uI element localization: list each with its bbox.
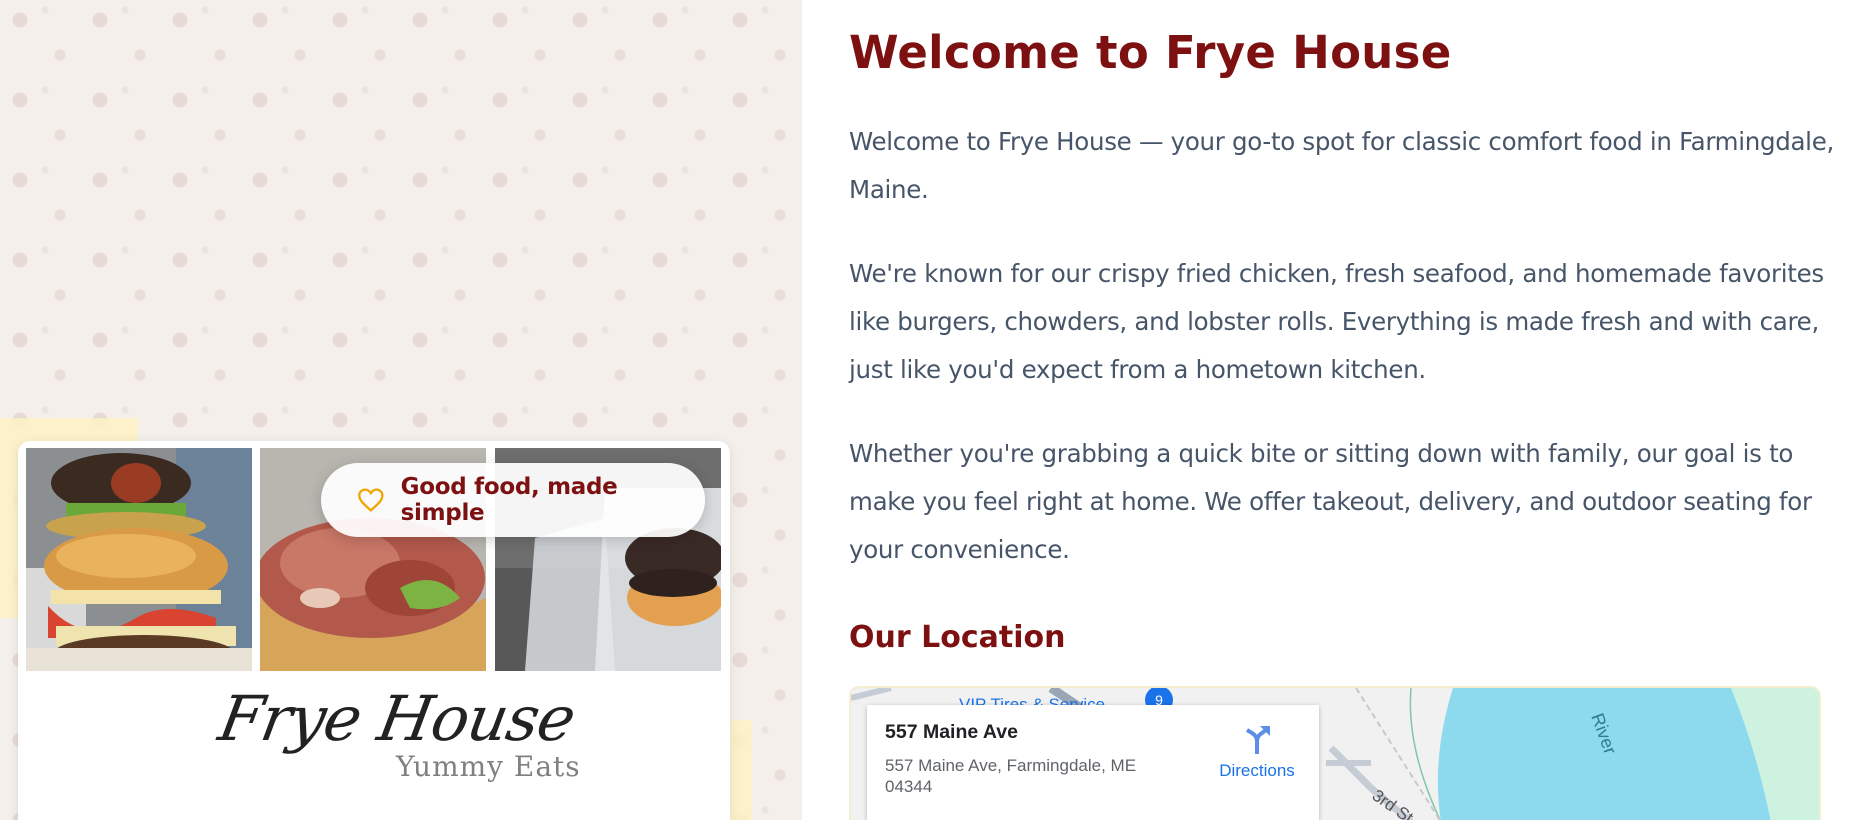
intro-paragraph: Welcome to Frye House — your go-to spot …	[849, 127, 1834, 204]
tagline-badge: Good food, made simple	[321, 463, 705, 537]
logo-subtitle: Yummy Eats	[396, 750, 581, 783]
logo-script-text: Frye House	[213, 682, 581, 755]
location-heading: Our Location	[849, 620, 1066, 655]
photo-burgers	[26, 448, 252, 671]
hero-panel: Frye House Yummy Eats Good food, made si…	[0, 0, 802, 820]
heart-icon	[358, 488, 384, 512]
about-section: Welcome to Frye House Welcome to Frye Ho…	[802, 0, 1855, 820]
brand-logo: Frye House Yummy Eats	[200, 680, 600, 800]
services-paragraph: Whether you're grabbing a quick bite or …	[849, 439, 1812, 564]
map-place-address: 557 Maine Ave, Farmingdale, ME 04344	[885, 756, 1137, 796]
page-title: Welcome to Frye House	[849, 26, 1452, 79]
tagline-text: Good food, made simple	[400, 474, 618, 526]
map-place-name: 557 Maine Ave	[885, 721, 1018, 743]
map-info-card: 557 Maine Ave 557 Maine Ave, Farmingdale…	[867, 705, 1319, 820]
directions-icon	[1245, 726, 1270, 754]
location-map[interactable]: River 3rd St VIP Tires & Service 9 557 M…	[849, 686, 1821, 820]
directions-label: Directions	[1219, 761, 1295, 780]
directions-button[interactable]: Directions	[1207, 723, 1307, 781]
menu-paragraph: We're known for our crispy fried chicken…	[849, 259, 1824, 384]
